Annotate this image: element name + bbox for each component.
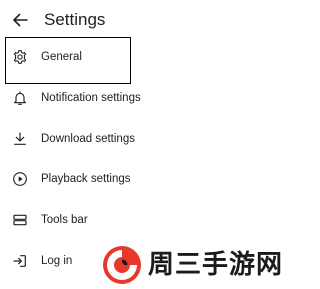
menu-item-general[interactable]: General xyxy=(0,37,298,78)
menu-item-download-settings[interactable]: Download settings xyxy=(0,118,298,159)
arrow-left-icon xyxy=(13,13,28,27)
menu-item-label: General xyxy=(41,51,82,64)
page-title: Settings xyxy=(44,10,106,29)
menu-item-playback-settings[interactable]: Playback settings xyxy=(0,159,298,200)
menu-item-label: Notification settings xyxy=(41,92,141,105)
menu-item-label: Playback settings xyxy=(41,173,131,186)
download-icon xyxy=(11,130,29,148)
watermark-text: 周三手游网 xyxy=(148,250,284,280)
app-header: Settings xyxy=(0,0,298,40)
login-icon xyxy=(11,252,29,270)
watermark: 周三手游网 xyxy=(102,243,298,287)
toolbar-icon xyxy=(11,211,29,229)
menu-item-notification-settings[interactable]: Notification settings xyxy=(0,78,298,119)
menu-item-tools-bar[interactable]: Tools bar xyxy=(0,200,298,241)
watermark-logo xyxy=(103,246,141,284)
menu-item-label: Tools bar xyxy=(41,214,88,227)
menu-item-label: Log in xyxy=(41,254,73,267)
play-circle-icon xyxy=(11,170,29,188)
bell-icon xyxy=(11,89,29,107)
back-button[interactable] xyxy=(9,9,31,31)
menu-item-label: Download settings xyxy=(41,132,135,145)
gear-icon xyxy=(11,48,29,66)
